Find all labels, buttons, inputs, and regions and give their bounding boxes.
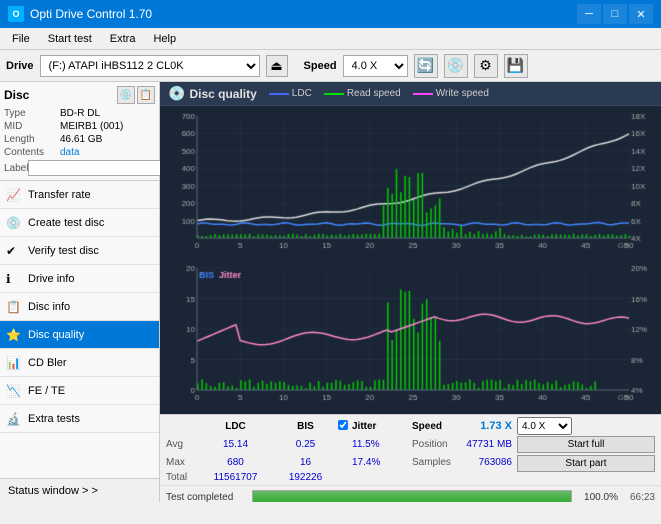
- speed-label: Speed: [304, 60, 337, 72]
- label-input[interactable]: [28, 160, 166, 176]
- close-button[interactable]: ✕: [629, 4, 653, 24]
- avg-ldc: 15.14: [198, 435, 273, 454]
- samples-label: Samples: [412, 454, 457, 473]
- disc-quality-title: Disc quality: [189, 87, 256, 101]
- refresh-button[interactable]: 🔄: [414, 54, 438, 78]
- sidebar-item-disc-info[interactable]: 📋 Disc info: [0, 293, 159, 321]
- sidebar-item-drive-info[interactable]: ℹ Drive info: [0, 265, 159, 293]
- disc-field-type: Type BD-R DL: [4, 108, 155, 119]
- chart1-wrapper: [162, 108, 659, 258]
- disc-quality-header-icon: 💿: [168, 85, 185, 102]
- disc-button[interactable]: 💿: [444, 54, 468, 78]
- menu-help[interactable]: Help: [145, 31, 184, 47]
- max-label: Max: [166, 454, 198, 473]
- disc-field-mid: MID MEIRB1 (001): [4, 121, 155, 132]
- sidebar-item-transfer-rate[interactable]: 📈 Transfer rate: [0, 181, 159, 209]
- start-part-button[interactable]: Start part: [517, 455, 655, 472]
- main-content: 💿 Disc quality LDC Read speed Write spee…: [160, 82, 661, 502]
- fe-te-icon: 📉: [6, 384, 21, 398]
- write-speed-legend-label: Write speed: [436, 88, 489, 99]
- chart2-wrapper: [162, 260, 659, 410]
- save-button[interactable]: 💾: [504, 54, 528, 78]
- position-label: Position: [412, 435, 457, 454]
- disc-field-contents: Contents data: [4, 147, 155, 158]
- menu-extra[interactable]: Extra: [102, 31, 144, 47]
- transfer-rate-icon: 📈: [6, 188, 21, 202]
- position-value: 47731 MB: [457, 435, 512, 454]
- disc-icon-btn1[interactable]: 💿: [117, 86, 135, 104]
- jitter-checkbox[interactable]: [338, 420, 348, 430]
- disc-info-icon: 📋: [6, 300, 21, 314]
- extra-tests-icon: 🔬: [6, 412, 21, 426]
- avg-label: Avg: [166, 435, 198, 454]
- sidebar-item-create-test-disc[interactable]: 💿 Create test disc: [0, 209, 159, 237]
- start-full-button[interactable]: Start full: [517, 436, 655, 453]
- bis-column-header: BIS: [273, 417, 338, 435]
- app-icon: O: [8, 6, 24, 22]
- disc-info-panel: Disc 💿 📋 Type BD-R DL MID MEIRB1 (001) L…: [0, 82, 159, 181]
- status-text: Test completed: [166, 492, 246, 503]
- maximize-button[interactable]: □: [603, 4, 627, 24]
- avg-jitter: 11.5%: [352, 435, 412, 454]
- sidebar-item-disc-quality[interactable]: ⭐ Disc quality: [0, 321, 159, 349]
- menu-bar: File Start test Extra Help: [0, 28, 661, 50]
- eject-button[interactable]: ⏏: [266, 55, 288, 77]
- total-label: Total: [166, 472, 198, 483]
- drive-info-icon: ℹ: [6, 272, 11, 286]
- jitter-column-header: Jitter: [352, 417, 412, 435]
- app-title: Opti Drive Control 1.70: [30, 7, 152, 21]
- progress-percent: 100.0%: [578, 492, 618, 503]
- avg-bis: 0.25: [273, 435, 338, 454]
- verify-test-disc-icon: ✔: [6, 244, 16, 258]
- drive-select[interactable]: (F:) ATAPI iHBS112 2 CL0K: [40, 55, 260, 77]
- bottom-panel: LDC BIS Jitter Speed 1.73 X: [160, 414, 661, 502]
- progress-fill: [253, 491, 571, 502]
- charts-container: [160, 106, 661, 414]
- disc-section-label: Disc: [4, 88, 29, 102]
- drive-label: Drive: [6, 60, 34, 72]
- title-bar: O Opti Drive Control 1.70 ─ □ ✕: [0, 0, 661, 28]
- sidebar-item-cd-bler[interactable]: 📊 CD Bler: [0, 349, 159, 377]
- ldc-legend-color: [269, 93, 289, 95]
- read-speed-legend-label: Read speed: [347, 88, 401, 99]
- sidebar-item-fe-te[interactable]: 📉 FE / TE: [0, 377, 159, 405]
- status-window-button[interactable]: Status window > >: [0, 478, 159, 502]
- speed-select-stats[interactable]: 4.0 X: [517, 417, 572, 435]
- progress-time: 66:23: [630, 492, 655, 503]
- drive-bar: Drive (F:) ATAPI iHBS112 2 CL0K ⏏ Speed …: [0, 50, 661, 82]
- progress-track: [252, 490, 572, 502]
- disc-icon-btn2[interactable]: 📋: [137, 86, 155, 104]
- bis-jitter-chart: [162, 260, 659, 410]
- disc-quality-icon: ⭐: [6, 328, 21, 342]
- write-speed-legend-color: [413, 93, 433, 95]
- ldc-column-header: LDC: [198, 417, 273, 435]
- speed-value: 1.73 X: [480, 420, 512, 432]
- read-speed-legend-color: [324, 93, 344, 95]
- sidebar: Disc 💿 📋 Type BD-R DL MID MEIRB1 (001) L…: [0, 82, 160, 502]
- sidebar-item-verify-test-disc[interactable]: ✔ Verify test disc: [0, 237, 159, 265]
- ldc-legend-label: LDC: [292, 88, 312, 99]
- total-ldc: 11561707: [198, 472, 273, 483]
- max-bis: 16: [273, 454, 338, 473]
- sidebar-item-extra-tests[interactable]: 🔬 Extra tests: [0, 405, 159, 433]
- ldc-chart: [162, 108, 659, 258]
- label-row: Label 📁: [4, 160, 155, 176]
- settings-button[interactable]: ⚙: [474, 54, 498, 78]
- total-bis: 192226: [273, 472, 338, 483]
- menu-file[interactable]: File: [4, 31, 38, 47]
- disc-quality-header: 💿 Disc quality LDC Read speed Write spee…: [160, 82, 661, 106]
- max-ldc: 680: [198, 454, 273, 473]
- menu-start-test[interactable]: Start test: [40, 31, 100, 47]
- create-test-disc-icon: 💿: [6, 216, 21, 230]
- samples-value: 763086: [457, 454, 512, 473]
- minimize-button[interactable]: ─: [577, 4, 601, 24]
- disc-field-length: Length 46.61 GB: [4, 134, 155, 145]
- cd-bler-icon: 📊: [6, 356, 21, 370]
- max-jitter: 17.4%: [352, 454, 412, 473]
- speed-column-header: Speed: [412, 417, 457, 435]
- progress-bar-container: Test completed 100.0% 66:23: [160, 486, 661, 502]
- speed-select-drive[interactable]: 4.0 X 1.0 X 2.0 X 6.0 X 8.0 X: [343, 55, 408, 77]
